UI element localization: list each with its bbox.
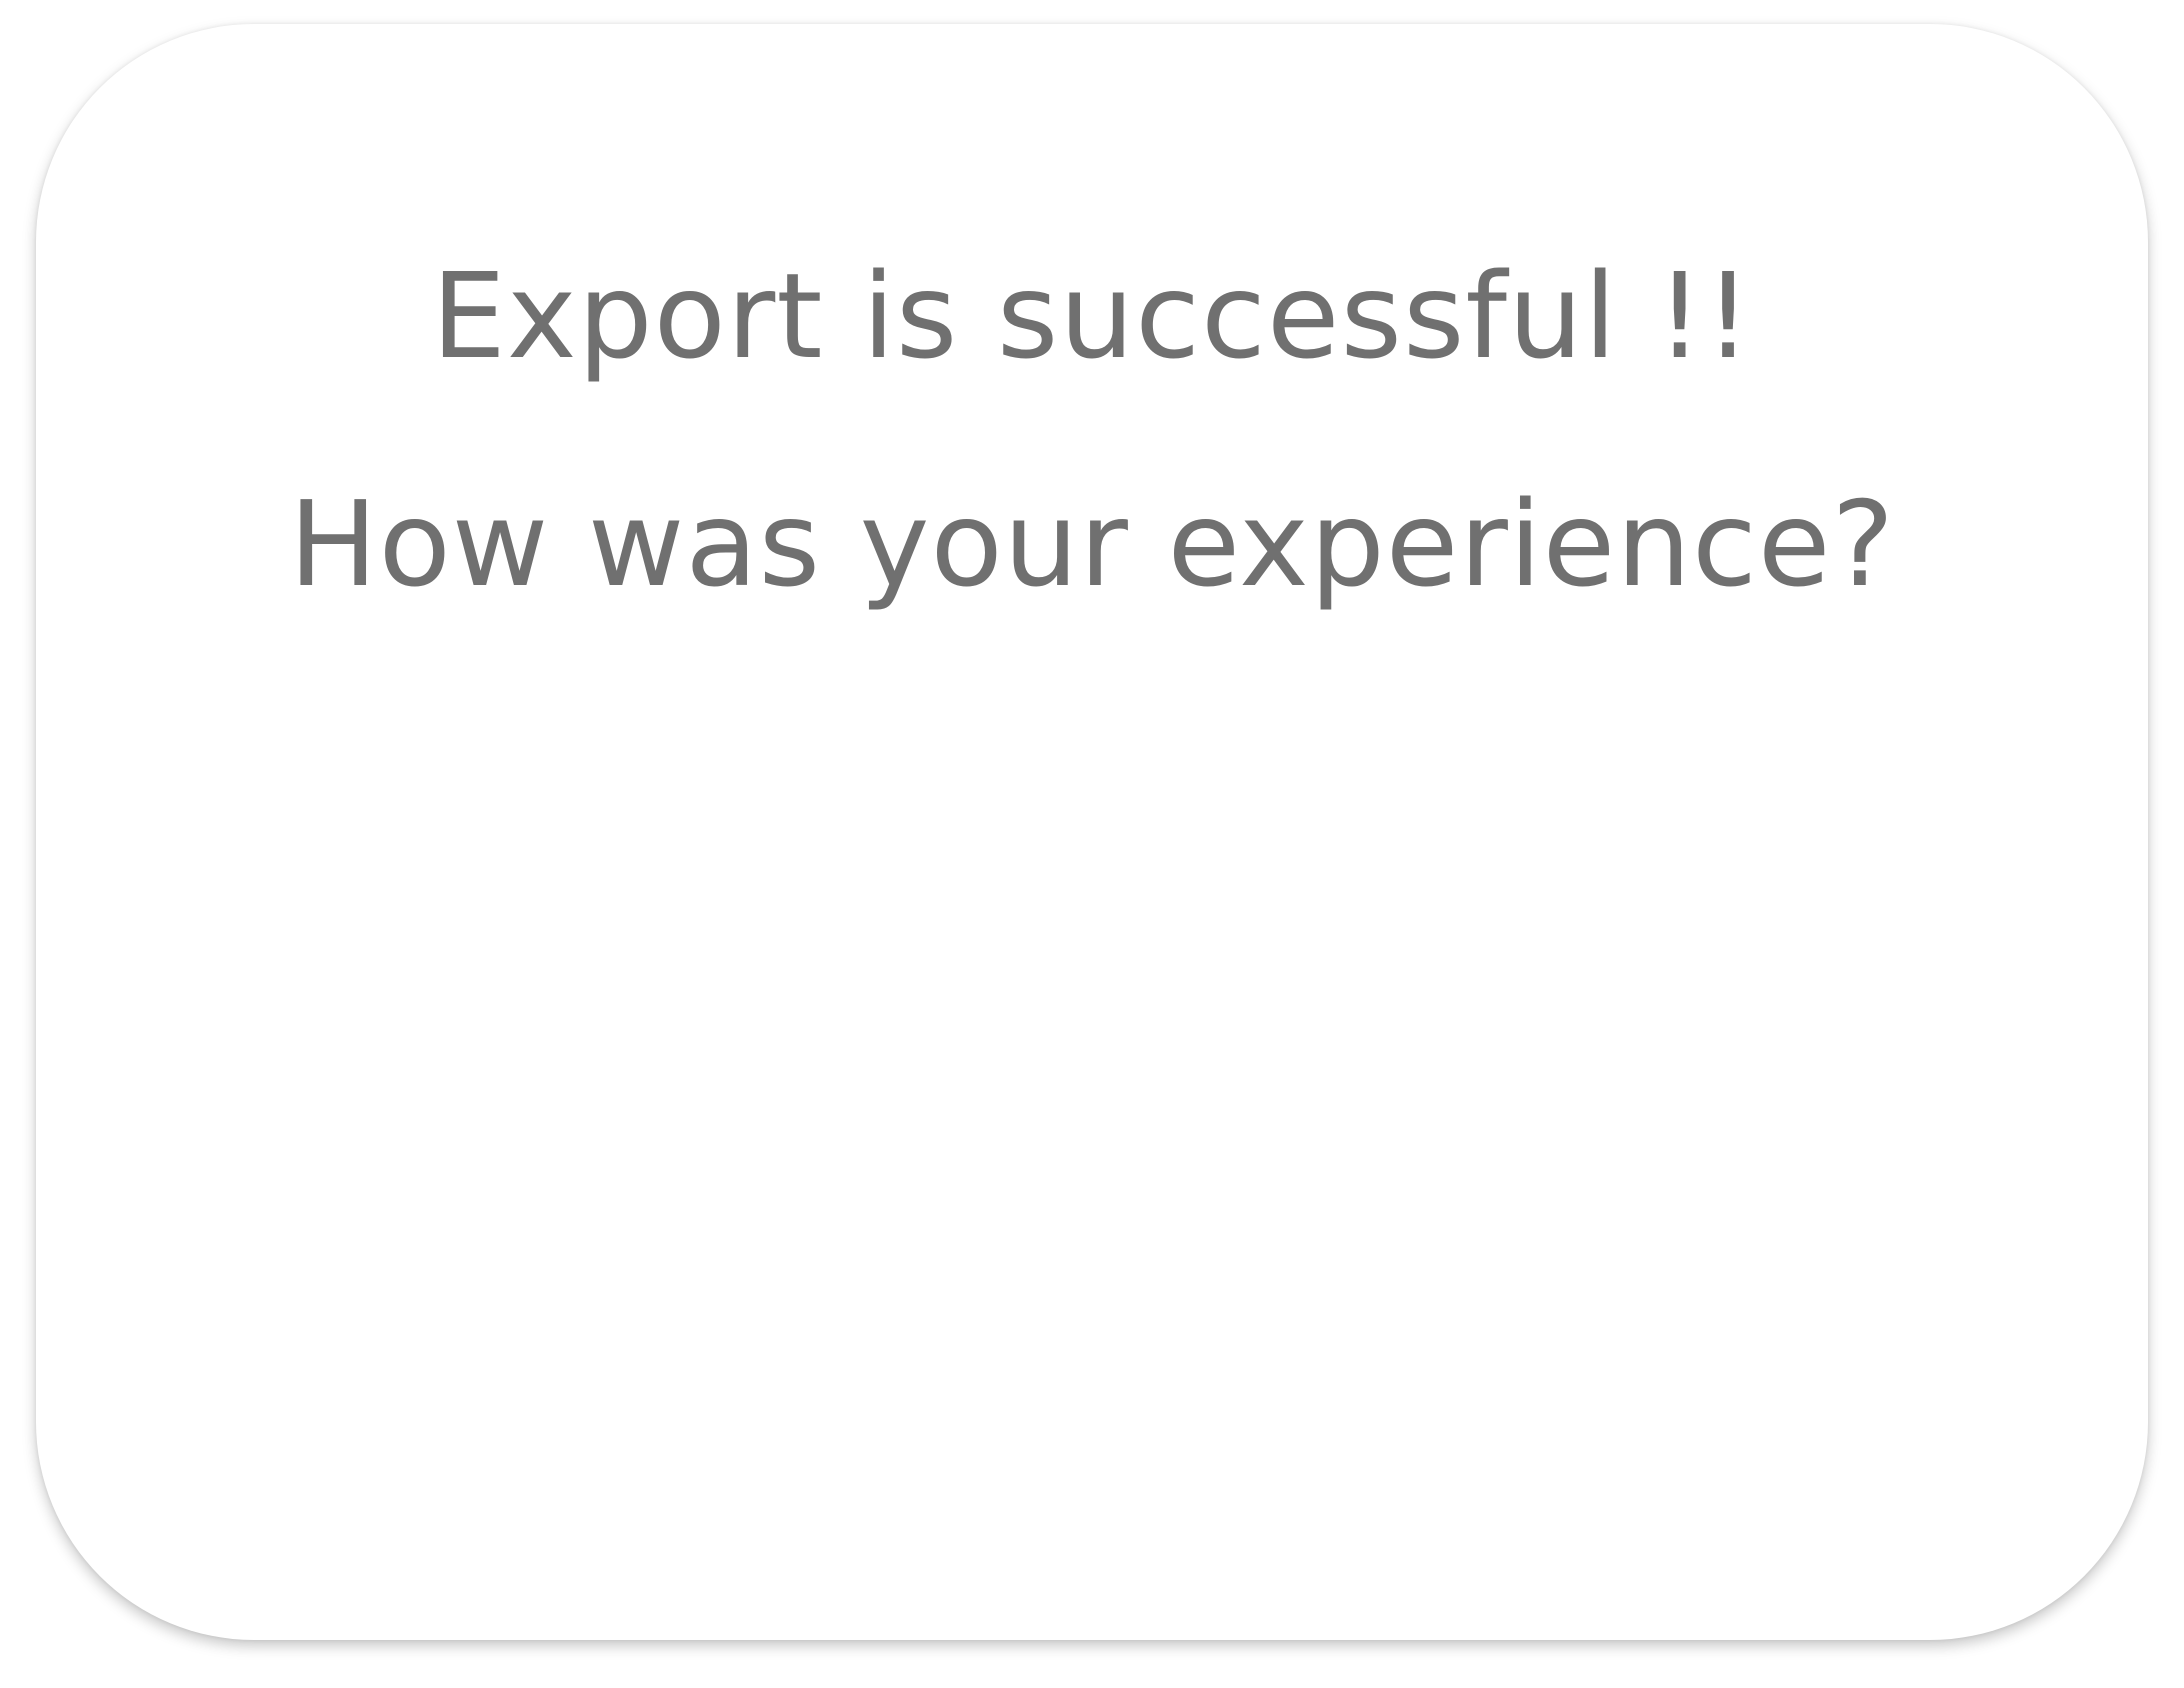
export-feedback-dialog: Export is successful !! How was your exp…: [36, 24, 2148, 1640]
experience-question: How was your experience?: [288, 475, 1896, 613]
export-success-title: Export is successful !!: [431, 247, 1753, 385]
